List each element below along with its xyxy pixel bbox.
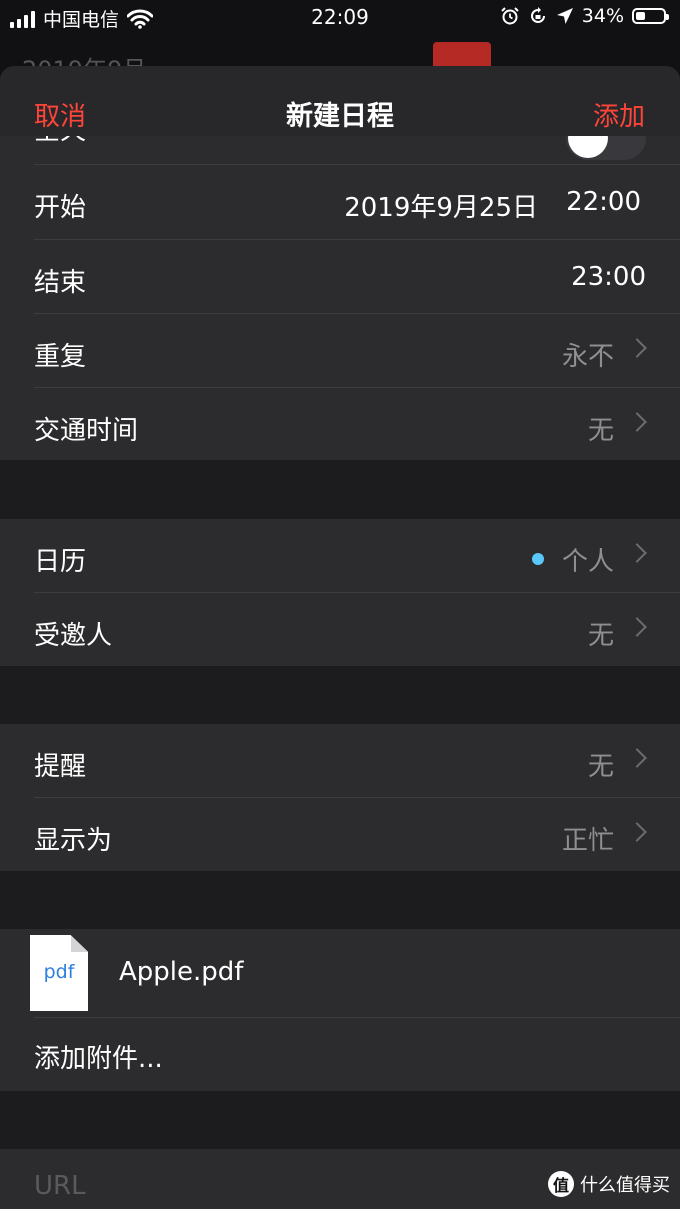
show-as-label: 显示为 bbox=[34, 826, 113, 856]
end-time[interactable]: 23:00 bbox=[571, 262, 646, 292]
alert-group: 提醒 无 显示为 正忙 bbox=[0, 724, 680, 871]
status-right: 34% bbox=[500, 5, 669, 27]
sheet-title: 新建日程 bbox=[286, 101, 394, 132]
chevron-right-icon bbox=[627, 412, 647, 432]
travel-time-value: 无 bbox=[587, 416, 614, 446]
chevron-right-icon bbox=[627, 822, 647, 842]
calendar-color-dot bbox=[532, 553, 544, 565]
new-event-sheet: 取消 新建日程 添加 全天 开始 2019年9月25日 22:00 结束 23:… bbox=[0, 66, 680, 1209]
chevron-right-icon bbox=[627, 748, 647, 768]
alert-value: 无 bbox=[587, 752, 614, 782]
invitees-label: 受邀人 bbox=[34, 621, 113, 651]
travel-time-row[interactable]: 交通时间 无 bbox=[0, 388, 680, 462]
show-as-value: 正忙 bbox=[561, 826, 614, 856]
add-attachment-label: 添加附件... bbox=[34, 1044, 163, 1074]
url-placeholder[interactable]: URL bbox=[34, 1171, 86, 1201]
alert-label: 提醒 bbox=[34, 752, 87, 782]
orientation-lock-icon bbox=[530, 7, 545, 23]
sheet-header: 取消 新建日程 添加 bbox=[0, 66, 680, 136]
start-date[interactable]: 2019年9月25日 bbox=[344, 187, 538, 224]
pdf-file-icon: pdf bbox=[30, 935, 88, 1011]
chevron-right-icon bbox=[627, 543, 647, 563]
battery-fill bbox=[636, 12, 645, 20]
invitees-row[interactable]: 受邀人 无 bbox=[0, 593, 680, 667]
start-time[interactable]: 22:00 bbox=[566, 187, 641, 217]
add-attachment-row[interactable]: 添加附件... bbox=[0, 1018, 680, 1092]
chevron-right-icon bbox=[627, 617, 647, 637]
repeat-label: 重复 bbox=[34, 342, 87, 372]
time-group: 全天 开始 2019年9月25日 22:00 结束 23:00 重复 永不 交通… bbox=[0, 106, 680, 460]
watermark-logo: 值 bbox=[548, 1171, 574, 1197]
repeat-value: 永不 bbox=[561, 342, 614, 372]
chevron-right-icon bbox=[627, 338, 647, 358]
calendar-value: 个人 bbox=[561, 547, 614, 577]
calendar-label: 日历 bbox=[34, 547, 87, 577]
invitees-value: 无 bbox=[587, 621, 614, 651]
location-icon bbox=[556, 8, 573, 24]
end-label: 结束 bbox=[34, 268, 87, 298]
calendar-row[interactable]: 日历 个人 bbox=[0, 519, 680, 593]
attachment-file-name: Apple.pdf bbox=[119, 957, 244, 987]
alert-row[interactable]: 提醒 无 bbox=[0, 724, 680, 798]
end-row[interactable]: 结束 23:00 bbox=[0, 240, 680, 314]
battery-icon bbox=[632, 8, 669, 24]
start-row[interactable]: 开始 2019年9月25日 22:00 bbox=[0, 165, 680, 239]
battery-percent: 34% bbox=[581, 5, 624, 27]
attachment-row[interactable]: pdf Apple.pdf bbox=[0, 929, 680, 1017]
show-as-row[interactable]: 显示为 正忙 bbox=[0, 798, 680, 872]
page-fold bbox=[71, 935, 88, 952]
watermark: 值 什么值得买 bbox=[548, 1171, 670, 1197]
start-label: 开始 bbox=[34, 193, 87, 223]
calendar-group: 日历 个人 受邀人 无 bbox=[0, 519, 680, 666]
status-bar: 中国电信 22:09 34% bbox=[0, 0, 680, 34]
attachments-group: pdf Apple.pdf 添加附件... bbox=[0, 929, 680, 1091]
repeat-row[interactable]: 重复 永不 bbox=[0, 314, 680, 388]
travel-time-label: 交通时间 bbox=[34, 416, 139, 446]
alarm-icon bbox=[501, 7, 519, 25]
watermark-text: 什么值得买 bbox=[580, 1175, 670, 1196]
file-type-label: pdf bbox=[43, 961, 75, 983]
add-button[interactable]: 添加 bbox=[593, 96, 645, 133]
